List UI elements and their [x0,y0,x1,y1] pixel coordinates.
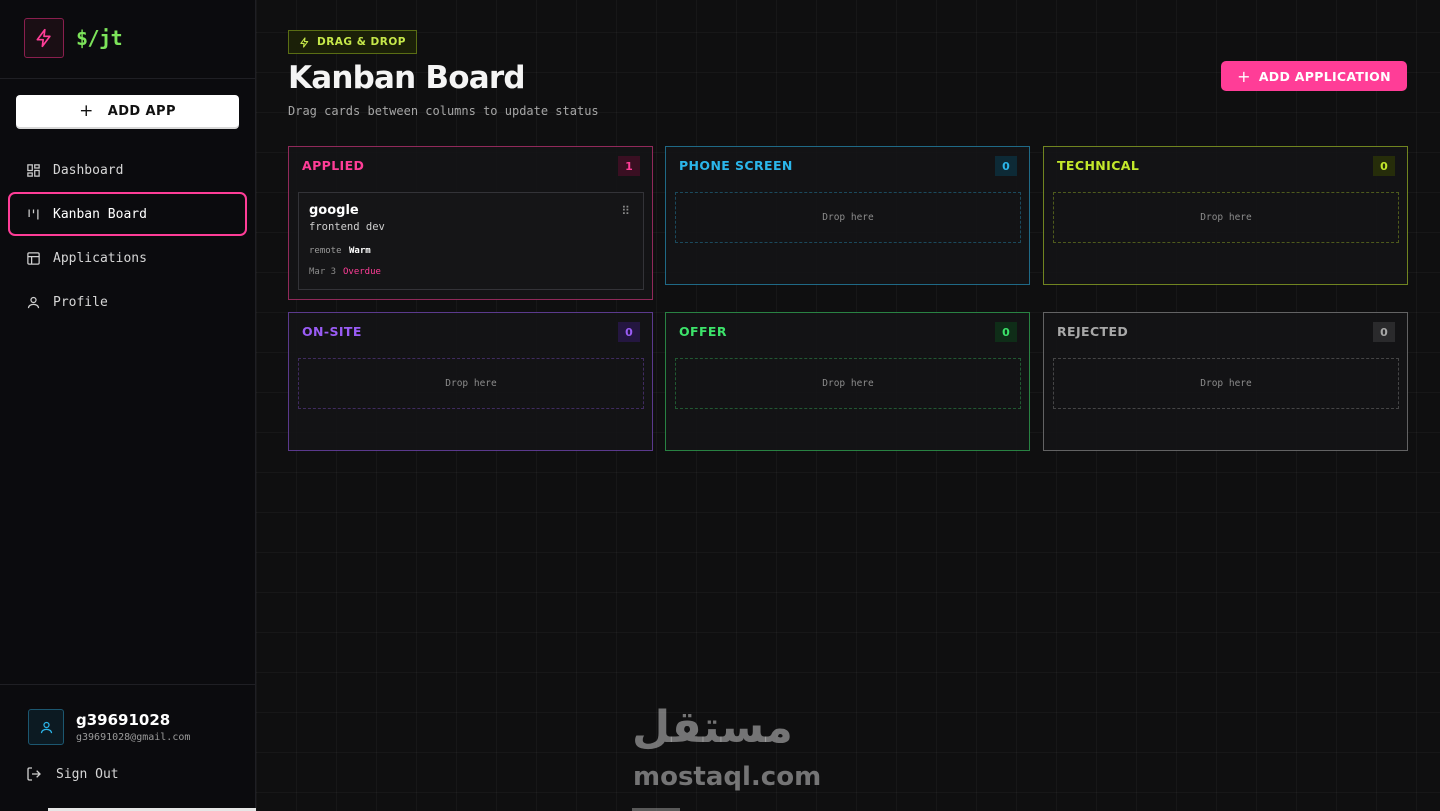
sidebar: $/jt + ADD APP Dashboard Kanban Board Ap… [0,0,336,811]
column-technical: TECHNICAL 0 Drop here [1043,146,1408,285]
column-count: 0 [1373,156,1395,176]
column-on-site: ON-SITE 0 Drop here [288,312,653,451]
card-company: google [309,203,359,218]
card-date: Mar 3 [309,267,337,277]
card-temperature: Warm [349,246,371,256]
sidebar-item-label: Applications [53,250,147,266]
column-applied: APPLIED 1 google frontend dev ⠿ remote W… [288,146,653,300]
application-card[interactable]: google frontend dev ⠿ remote Warm Mar 3 … [298,192,644,290]
column-title: PHONE SCREEN [679,158,793,173]
sidebar-item-kanban-board[interactable]: Kanban Board [8,192,247,236]
sign-out-label: Sign Out [56,766,119,782]
page-title: Kanban Board [288,60,526,96]
column-count: 0 [618,322,640,342]
sidebar-item-applications[interactable]: Applications [8,236,247,280]
drop-zone[interactable]: Drop here [1053,192,1399,243]
card-location: remote [309,246,342,256]
add-application-label: ADD APPLICATION [1258,68,1391,84]
bolt-icon [24,18,64,58]
card-status: Overdue [343,267,381,277]
column-title: APPLIED [302,158,365,173]
sidebar-item-profile[interactable]: Profile [8,280,247,324]
watermark-latin: mostaql.com [633,762,822,792]
drop-zone[interactable]: Drop here [675,358,1021,409]
divider [0,78,255,79]
card-role: frontend dev [309,221,385,233]
drag-handle-icon[interactable]: ⠿ [621,204,630,218]
user-email: g39691028@gmail.com [76,732,191,743]
column-count: 0 [995,322,1017,342]
badge-label: DRAG & DROP [317,36,406,48]
sidebar-item-dashboard[interactable]: Dashboard [8,148,247,192]
dashboard-icon [27,163,40,177]
main-content: DRAG & DROP Kanban Board Drag cards betw… [256,0,1440,811]
sidebar-item-label: Dashboard [53,162,124,178]
avatar [28,709,64,745]
user-name: g39691028 [76,711,171,729]
table-icon [27,251,40,265]
column-phone-screen: PHONE SCREEN 0 Drop here [665,146,1030,285]
column-offer: OFFER 0 Drop here [665,312,1030,451]
sign-out-button[interactable]: Sign Out [26,766,119,782]
column-title: OFFER [679,324,727,339]
column-count: 1 [618,156,640,176]
drop-zone[interactable]: Drop here [675,192,1021,243]
drag-drop-badge: DRAG & DROP [288,30,417,54]
bolt-icon [300,36,309,48]
column-title: REJECTED [1057,324,1129,339]
watermark-arabic: مستقل [632,702,793,753]
user-icon [27,296,40,308]
user-icon [40,721,52,733]
drop-zone[interactable]: Drop here [298,358,644,409]
user-profile[interactable]: g39691028 g39691028@gmail.com [28,709,190,745]
brand-name: $/jt [76,26,123,50]
column-count: 0 [995,156,1017,176]
sidebar-item-label: Kanban Board [53,206,147,222]
column-rejected: REJECTED 0 Drop here [1043,312,1408,451]
add-app-label: ADD APP [107,103,176,119]
column-title: ON-SITE [302,324,362,339]
add-app-button[interactable]: + ADD APP [16,95,239,127]
column-count: 0 [1373,322,1395,342]
sign-out-icon [27,767,41,781]
kanban-icon [28,209,39,219]
sidebar-nav: Dashboard Kanban Board Applications Prof… [8,148,247,324]
column-title: TECHNICAL [1057,158,1140,173]
brand[interactable]: $/jt [24,18,123,58]
plus-icon: + [1237,66,1251,86]
plus-icon: + [79,101,94,121]
divider [0,684,255,685]
add-application-button[interactable]: + ADD APPLICATION [1221,61,1407,91]
page-subtitle: Drag cards between columns to update sta… [288,104,599,118]
drop-zone[interactable]: Drop here [1053,358,1399,409]
sidebar-item-label: Profile [53,294,108,310]
